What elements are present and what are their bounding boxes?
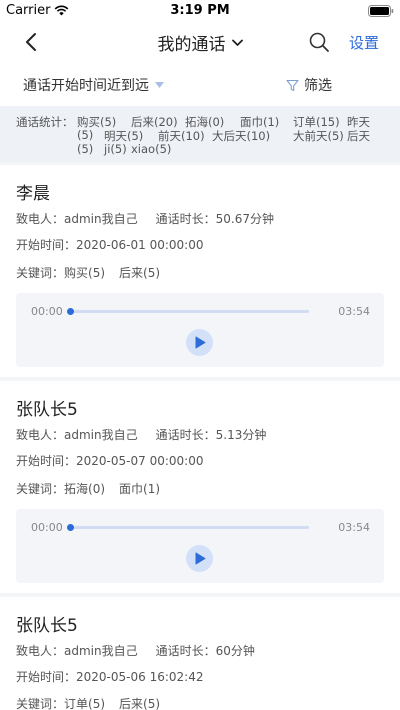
filter-button[interactable]: 筛选 xyxy=(286,75,332,95)
audio-player: 00:00 03:54 xyxy=(16,293,384,367)
caller-value: admin我自己 xyxy=(64,644,138,658)
stats-keyword[interactable]: 大后天(10) xyxy=(212,128,270,144)
total-time: 03:54 xyxy=(338,305,370,318)
keyword-tag: 面巾(1) xyxy=(119,482,161,496)
stats-keyword[interactable]: (5) xyxy=(77,128,93,142)
start-time-label: 开始时间： xyxy=(16,670,77,684)
stats-keyword[interactable]: xiao(5) xyxy=(131,142,171,156)
progress-track[interactable] xyxy=(67,308,309,315)
keywords-label: 关键词： xyxy=(16,266,65,280)
play-icon xyxy=(195,336,206,349)
current-time: 00:00 xyxy=(31,521,63,534)
page-title: 我的通话 xyxy=(157,35,226,55)
duration-label: 通话时长： xyxy=(155,644,216,658)
keywords-label: 关键词： xyxy=(16,697,65,710)
caller-row: 致电人：admin我自己 通话时长：50.67分钟 xyxy=(16,210,274,227)
caller-label: 致电人： xyxy=(16,428,65,442)
play-button[interactable] xyxy=(186,329,213,356)
keyword-tag: 拓海(0) xyxy=(64,482,106,496)
start-time-row: 开始时间：2020-06-01 00:00:00 xyxy=(16,236,203,253)
settings-button[interactable]: 设置 xyxy=(349,32,379,53)
start-time-label: 开始时间： xyxy=(16,454,77,468)
page-title-dropdown[interactable]: 我的通话 xyxy=(158,30,243,55)
start-time-row: 开始时间：2020-05-07 00:00:00 xyxy=(16,452,203,469)
duration-value: 50.67分钟 xyxy=(215,212,274,226)
start-time-label: 开始时间： xyxy=(16,238,77,252)
progress-track[interactable] xyxy=(67,524,309,531)
call-card[interactable]: 张队长5 致电人：admin我自己 通话时长：5.13分钟 开始时间：2020-0… xyxy=(0,381,400,593)
start-time-row: 开始时间：2020-05-06 16:02:42 xyxy=(16,668,203,685)
sort-dropdown[interactable]: 通话开始时间近到远 xyxy=(23,75,164,95)
status-bar: Carrier 3:19 PM xyxy=(0,0,400,22)
start-time-value: 2020-05-07 00:00:00 xyxy=(76,454,204,468)
progress-knob[interactable] xyxy=(67,524,74,531)
filter-label: 筛选 xyxy=(304,78,332,94)
contact-name: 张队长5 xyxy=(16,616,78,636)
keywords-row: 关键词：购买(5) 后来(5) xyxy=(16,264,174,281)
stats-label: 通话统计： xyxy=(16,115,74,129)
total-time: 03:54 xyxy=(338,521,370,534)
keyword-tag: 订单(5) xyxy=(64,697,106,710)
play-icon xyxy=(195,552,206,565)
caller-value: admin我自己 xyxy=(64,428,138,442)
caller-value: admin我自己 xyxy=(64,212,138,226)
start-time-value: 2020-05-06 16:02:42 xyxy=(76,670,204,684)
contact-name: 张队长5 xyxy=(16,400,78,420)
duration-label: 通话时长： xyxy=(155,212,216,226)
search-icon[interactable] xyxy=(307,30,331,54)
keywords-row: 关键词：拓海(0) 面巾(1) xyxy=(16,480,174,497)
battery-icon xyxy=(368,5,394,17)
stats-keyword[interactable]: 大前天(5) xyxy=(293,128,344,144)
audio-player: 00:00 03:54 xyxy=(16,509,384,583)
sort-label: 通话开始时间近到远 xyxy=(23,78,149,94)
keyword-tag: 后来(5) xyxy=(119,266,161,280)
chevron-down-icon xyxy=(231,39,243,46)
stats-keyword[interactable]: (5) xyxy=(77,142,93,156)
caret-down-icon xyxy=(155,82,164,88)
duration-value: 5.13分钟 xyxy=(215,428,267,442)
caller-row: 致电人：admin我自己 通话时长：60分钟 xyxy=(16,642,255,659)
caller-row: 致电人：admin我自己 通话时长：5.13分钟 xyxy=(16,426,266,443)
nav-bar: 我的通话 设置 xyxy=(0,22,400,62)
caller-label: 致电人： xyxy=(16,212,65,226)
status-time: 3:19 PM xyxy=(170,3,230,18)
keyword-tag: 购买(5) xyxy=(64,266,106,280)
stats-keyword[interactable]: 后天 xyxy=(347,128,370,144)
keyword-tag: 后来(5) xyxy=(119,697,161,710)
stats-keyword[interactable]: ji(5) xyxy=(104,142,127,156)
caller-label: 致电人： xyxy=(16,644,65,658)
filter-funnel-icon xyxy=(286,79,299,91)
keywords-label: 关键词： xyxy=(16,482,65,496)
keywords-row: 关键词：订单(5) 后来(5) xyxy=(16,695,174,710)
play-button[interactable] xyxy=(186,545,213,572)
call-card[interactable]: 张队长5 致电人：admin我自己 通话时长：60分钟 开始时间：2020-05-… xyxy=(0,597,400,710)
filter-bar: 通话开始时间近到远 筛选 xyxy=(0,62,400,106)
start-time-value: 2020-06-01 00:00:00 xyxy=(76,238,204,252)
progress-knob[interactable] xyxy=(67,308,74,315)
call-stats: 通话统计： 购买(5) 后来(20) 拓海(0) 面巾(1) 订单(15) 昨天… xyxy=(0,106,400,162)
duration-label: 通话时长： xyxy=(155,428,216,442)
current-time: 00:00 xyxy=(31,305,63,318)
call-card[interactable]: 李晨 致电人：admin我自己 通话时长：50.67分钟 开始时间：2020-06… xyxy=(0,165,400,377)
contact-name: 李晨 xyxy=(16,184,50,204)
duration-value: 60分钟 xyxy=(215,644,255,658)
